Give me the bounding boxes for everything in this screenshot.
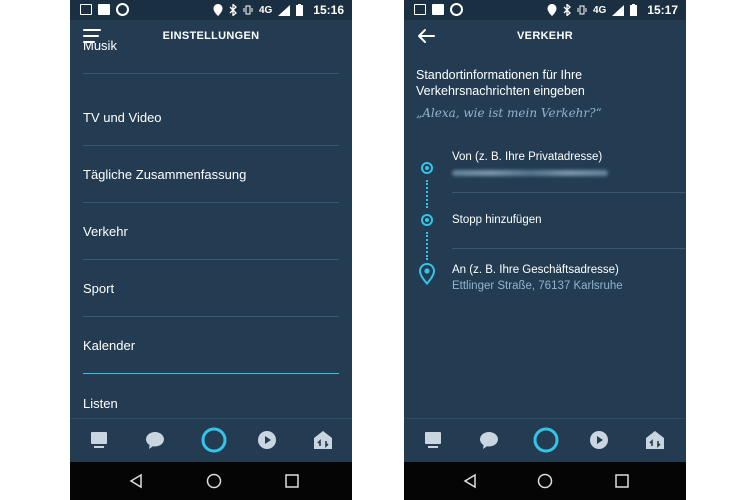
settings-item-label: Kalender <box>83 338 136 353</box>
image-icon <box>98 4 110 15</box>
traffic-screen: 4G 15:17 VERKEHR Standortinformationen f… <box>404 0 686 500</box>
home-icon[interactable] <box>88 429 110 451</box>
back-icon[interactable] <box>128 473 144 489</box>
route-connector <box>426 232 428 260</box>
status-bar: 4G 15:16 <box>70 0 352 20</box>
chat-icon[interactable] <box>144 429 166 451</box>
to-field-label[interactable]: An (z. B. Ihre Geschäftsadresse) <box>452 264 619 276</box>
example-query: „Alexa, wie ist mein Verkehr?“ <box>416 106 602 120</box>
mail-icon <box>80 4 92 15</box>
recents-icon[interactable] <box>284 473 300 489</box>
network-type: 4G <box>592 4 607 16</box>
add-stop-button[interactable]: Stopp hinzufügen <box>452 214 542 226</box>
android-nav-bar <box>404 462 686 500</box>
mail-icon <box>414 4 426 15</box>
settings-item-label: Musik <box>83 38 117 53</box>
battery-icon <box>296 4 304 16</box>
settings-screen: 4G 15:16 EINSTELLUNGEN Musik TV und Vide… <box>70 0 352 500</box>
home-circle-icon[interactable] <box>206 473 222 489</box>
to-field-value[interactable]: Ettlinger Straße, 76137 Karlsruhe <box>452 280 623 292</box>
settings-item-label: TV und Video <box>83 110 162 125</box>
settings-item-label: Verkehr <box>83 224 128 239</box>
bluetooth-icon <box>563 4 571 16</box>
from-field-value-redacted[interactable] <box>452 170 608 176</box>
status-time: 15:17 <box>647 3 678 17</box>
settings-item-label: Tägliche Zusammenfassung <box>83 167 247 182</box>
settings-item-tv-video[interactable]: TV und Video <box>83 90 339 146</box>
traffic-prompt: Standortinformationen für Ihre Verkehrsn… <box>416 68 585 98</box>
alexa-icon[interactable] <box>199 425 229 455</box>
back-icon[interactable] <box>462 473 478 489</box>
route-connector <box>426 180 428 208</box>
android-nav-bar <box>70 462 352 500</box>
chat-icon[interactable] <box>478 429 500 451</box>
settings-item-kalender[interactable]: Kalender <box>83 318 339 374</box>
settings-item-musik[interactable]: Musik <box>83 18 339 74</box>
from-field-label[interactable]: Von (z. B. Ihre Privatadresse) <box>452 151 602 163</box>
vibrate-icon <box>577 5 587 15</box>
signal-icon <box>612 4 625 16</box>
settings-item-zusammenfassung[interactable]: Tägliche Zusammenfassung <box>83 147 339 203</box>
app-header: VERKEHR <box>404 20 686 52</box>
status-bar: 4G 15:17 <box>404 0 686 20</box>
bottom-nav <box>70 418 352 462</box>
origin-dot-icon <box>421 162 433 174</box>
settings-item-label: Sport <box>83 281 115 296</box>
stop-dot-icon <box>421 214 433 226</box>
home-circle-icon[interactable] <box>537 473 553 489</box>
devices-icon[interactable] <box>644 429 666 451</box>
play-icon[interactable] <box>256 429 278 451</box>
image-icon <box>432 4 444 15</box>
settings-item-label: Listen <box>83 396 118 411</box>
divider <box>452 248 686 249</box>
play-icon[interactable] <box>588 429 610 451</box>
home-icon[interactable] <box>422 429 444 451</box>
settings-item-verkehr[interactable]: Verkehr <box>83 204 339 260</box>
location-icon <box>547 4 557 16</box>
divider <box>452 192 686 193</box>
devices-icon[interactable] <box>312 429 334 451</box>
battery-icon <box>630 4 638 16</box>
destination-pin-icon <box>419 263 435 285</box>
bottom-nav <box>404 418 686 462</box>
page-title: VERKEHR <box>517 30 573 42</box>
bluetooth-icon <box>229 4 237 16</box>
network-type: 4G <box>258 4 273 16</box>
alexa-status-icon <box>116 3 129 16</box>
alexa-icon[interactable] <box>531 425 561 455</box>
location-icon <box>213 4 223 16</box>
signal-icon <box>278 4 291 16</box>
status-time: 15:16 <box>313 3 344 17</box>
alexa-status-icon <box>450 3 463 16</box>
recents-icon[interactable] <box>614 473 630 489</box>
settings-item-sport[interactable]: Sport <box>83 261 339 317</box>
vibrate-icon <box>243 5 253 15</box>
